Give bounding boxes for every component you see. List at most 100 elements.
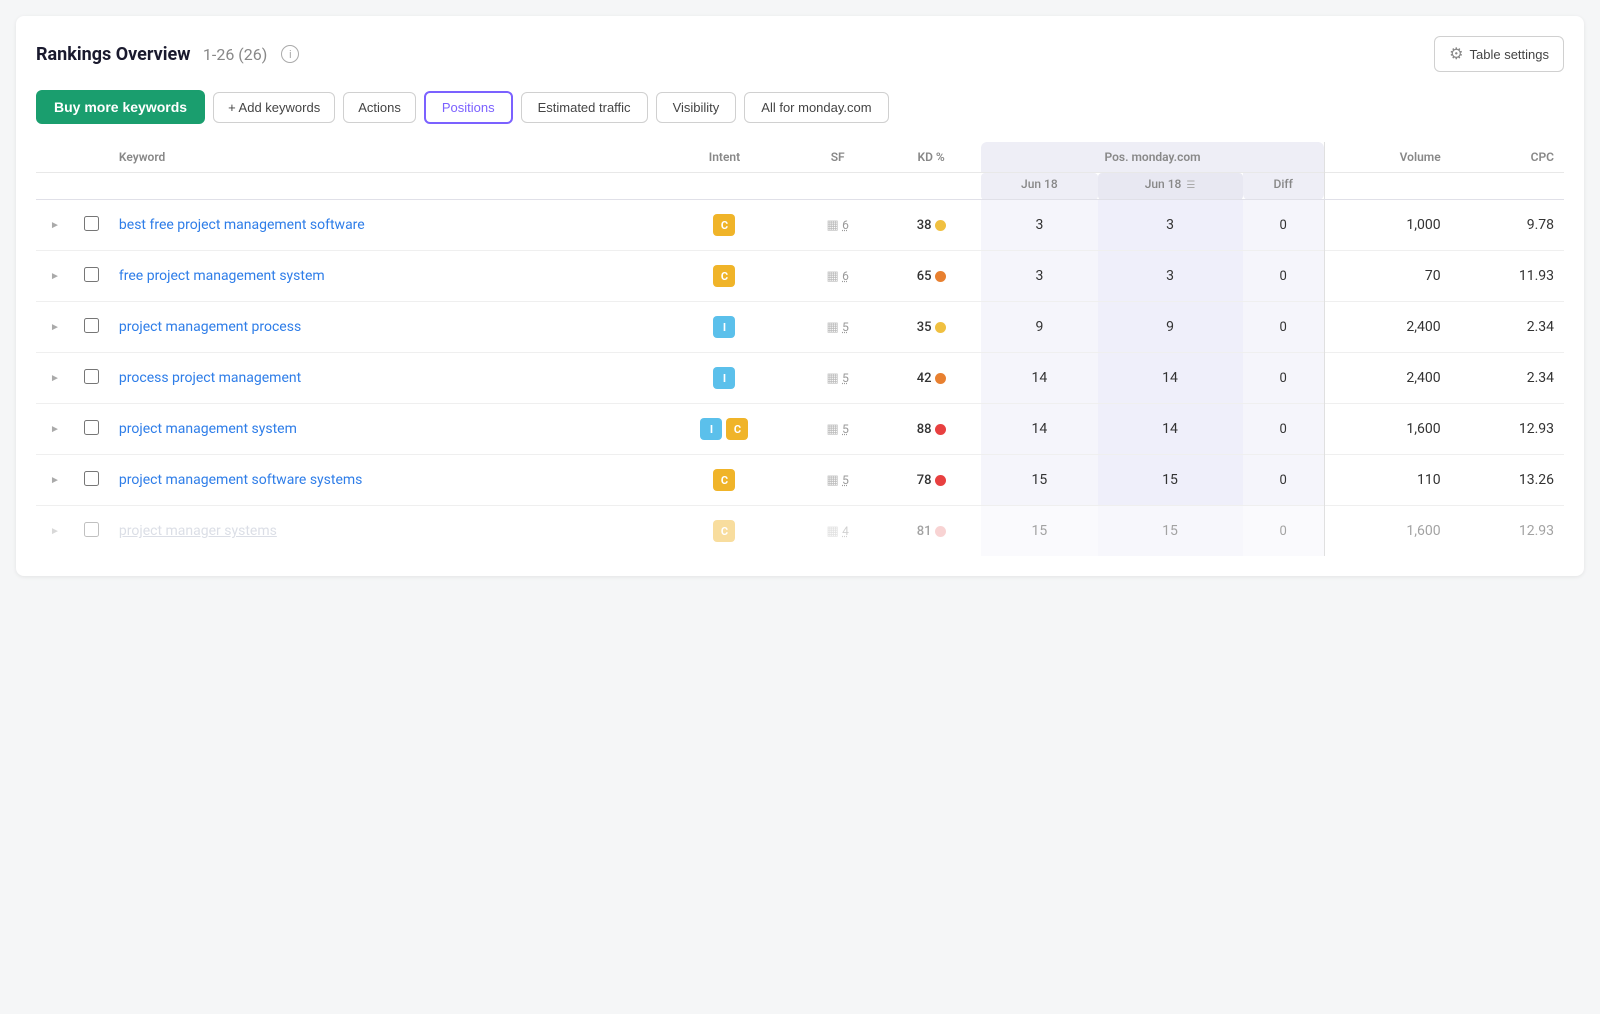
keyword-link[interactable]: project management system — [119, 421, 297, 437]
table-row: ►project management systemIC▦ 588141401,… — [36, 404, 1564, 455]
sf-cell: ▦ 5 — [794, 353, 881, 404]
pos-b-value: 9 — [1166, 319, 1174, 335]
diff-cell: 0 — [1243, 251, 1325, 302]
pos-b-cell: 3 — [1098, 251, 1243, 302]
volume-value: 2,400 — [1406, 370, 1440, 386]
cpc-cell: 9.78 — [1451, 200, 1564, 251]
buy-keywords-button[interactable]: Buy more keywords — [36, 90, 205, 124]
diff-value: 0 — [1280, 218, 1287, 233]
sf-image-icon: ▦ — [827, 473, 839, 488]
sf-number: 5 — [842, 473, 849, 487]
row-checkbox[interactable] — [84, 522, 99, 537]
expand-cell: ► — [36, 506, 74, 557]
kd-header: KD % — [881, 142, 981, 173]
row-checkbox[interactable] — [84, 216, 99, 231]
kd-cell: 42 — [881, 353, 981, 404]
pos-jun18-b-header: Jun 18 ☰ — [1098, 173, 1243, 200]
info-icon[interactable]: i — [281, 45, 299, 63]
intent-badge: C — [726, 418, 748, 440]
kd-number: 35 — [917, 320, 932, 335]
add-keywords-button[interactable]: + Add keywords — [213, 92, 335, 123]
volume-cell: 2,400 — [1324, 353, 1450, 404]
toolbar: Buy more keywords + Add keywords Actions… — [36, 90, 1564, 124]
kd-number: 42 — [917, 371, 932, 386]
pos-a-cell: 9 — [981, 302, 1097, 353]
kd-dot — [935, 271, 946, 282]
keyword-link[interactable]: project management process — [119, 319, 301, 335]
keyword-link[interactable]: project manager systems — [119, 523, 277, 539]
expand-cell: ► — [36, 455, 74, 506]
keyword-cell: project management software systems — [109, 455, 655, 506]
volume-value: 1,600 — [1406, 523, 1440, 539]
table-settings-button[interactable]: ⚙ Table settings — [1434, 36, 1564, 72]
kd-cell: 81 — [881, 506, 981, 557]
keyword-cell: best free project management software — [109, 200, 655, 251]
tab-estimated-traffic[interactable]: Estimated traffic — [521, 92, 648, 123]
tab-all-for-monday[interactable]: All for monday.com — [744, 92, 888, 123]
diff-value: 0 — [1280, 473, 1287, 488]
page-title: Rankings Overview 1-26 (26) — [36, 44, 267, 65]
expand-button[interactable]: ► — [46, 371, 64, 386]
kd-cell: 65 — [881, 251, 981, 302]
intent-cell: IC — [655, 404, 795, 455]
pos-b-value: 15 — [1162, 472, 1178, 488]
cpc-cell: 11.93 — [1451, 251, 1564, 302]
expand-button[interactable]: ► — [46, 320, 64, 335]
keyword-cell: process project management — [109, 353, 655, 404]
expand-cell: ► — [36, 302, 74, 353]
expand-cell: ► — [36, 353, 74, 404]
sf-number: 5 — [842, 320, 849, 334]
expand-button[interactable]: ► — [46, 422, 64, 437]
intent-badge: C — [713, 265, 735, 287]
pos-a-value: 3 — [1035, 268, 1043, 284]
cpc-value: 2.34 — [1527, 370, 1554, 386]
volume-value: 2,400 — [1406, 319, 1440, 335]
keyword-link[interactable]: process project management — [119, 370, 301, 386]
row-checkbox[interactable] — [84, 318, 99, 333]
pos-a-value: 15 — [1032, 472, 1048, 488]
table-row: ►free project management systemC▦ 665330… — [36, 251, 1564, 302]
row-checkbox[interactable] — [84, 369, 99, 384]
pos-a-cell: 14 — [981, 404, 1097, 455]
keyword-link[interactable]: project management software systems — [119, 472, 363, 488]
keyword-link[interactable]: free project management system — [119, 268, 325, 284]
pos-b-value: 3 — [1166, 217, 1174, 233]
keyword-cell: free project management system — [109, 251, 655, 302]
sf-image-icon: ▦ — [827, 524, 839, 539]
sf-cell: ▦ 6 — [794, 200, 881, 251]
cpc-cell: 2.34 — [1451, 302, 1564, 353]
expand-button[interactable]: ► — [46, 473, 64, 488]
table-row: ►project management software systemsC▦ 5… — [36, 455, 1564, 506]
pos-b-cell: 9 — [1098, 302, 1243, 353]
kd-number: 78 — [917, 473, 932, 488]
checkbox-cell — [74, 506, 109, 557]
volume-cell: 1,600 — [1324, 404, 1450, 455]
keyword-link[interactable]: best free project management software — [119, 217, 365, 233]
row-checkbox[interactable] — [84, 420, 99, 435]
pos-a-value: 14 — [1032, 370, 1048, 386]
kd-cell: 35 — [881, 302, 981, 353]
pos-a-value: 3 — [1035, 217, 1043, 233]
sf-cell: ▦ 5 — [794, 455, 881, 506]
kd-number: 81 — [917, 524, 932, 539]
actions-button[interactable]: Actions — [343, 92, 416, 123]
expand-button[interactable]: ► — [46, 218, 64, 233]
pos-a-cell: 14 — [981, 353, 1097, 404]
expand-button[interactable]: ► — [46, 269, 64, 284]
pos-b-cell: 15 — [1098, 455, 1243, 506]
intent-cell: C — [655, 506, 795, 557]
tab-visibility[interactable]: Visibility — [656, 92, 737, 123]
cpc-cell: 12.93 — [1451, 506, 1564, 557]
row-checkbox[interactable] — [84, 267, 99, 282]
table-subheader-row: Jun 18 Jun 18 ☰ Diff — [36, 173, 1564, 200]
expand-button[interactable]: ► — [46, 524, 64, 539]
intent-badge: I — [713, 316, 735, 338]
table-row: ►project management processI▦ 5359902,40… — [36, 302, 1564, 353]
intent-badge: I — [700, 418, 722, 440]
row-checkbox[interactable] — [84, 471, 99, 486]
expand-header — [74, 142, 109, 173]
tab-positions[interactable]: Positions — [424, 91, 513, 124]
expand-cell: ► — [36, 404, 74, 455]
cpc-header: CPC — [1451, 142, 1564, 173]
kd-dot — [935, 220, 946, 231]
